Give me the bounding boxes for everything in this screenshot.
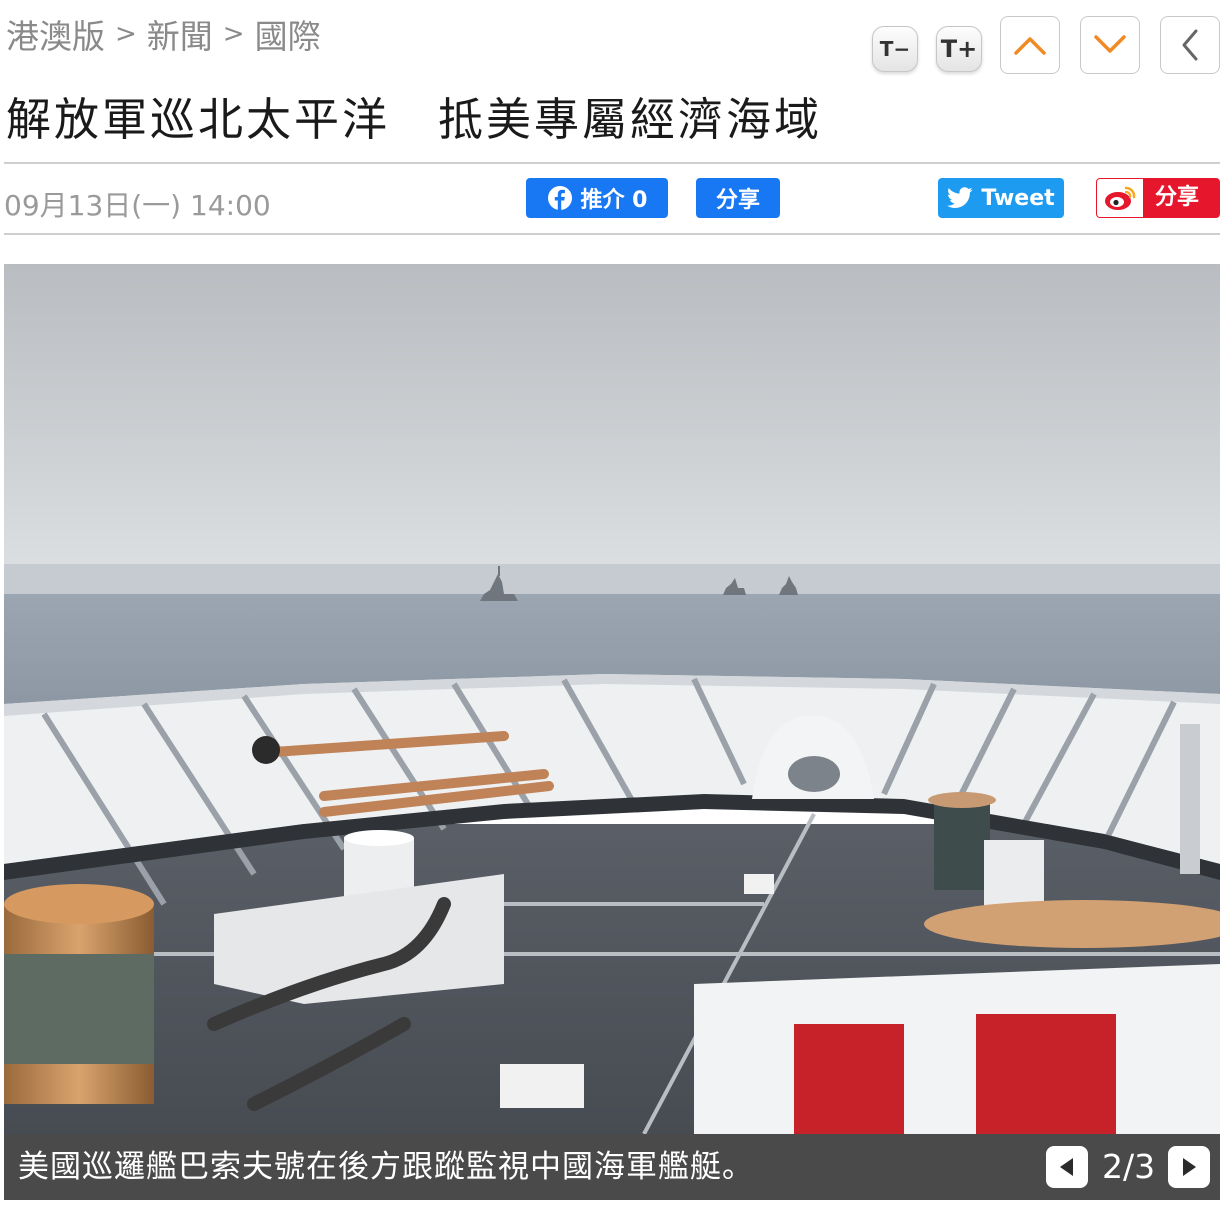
chevron-down-icon bbox=[1094, 35, 1126, 53]
weibo-icon bbox=[1105, 186, 1136, 210]
article-title: 解放軍巡北太平洋 抵美專屬經濟海域 bbox=[6, 93, 823, 146]
gallery-photo[interactable] bbox=[4, 264, 1220, 1134]
facebook-icon bbox=[547, 186, 572, 210]
gallery-next-button[interactable] bbox=[1168, 1146, 1210, 1188]
font-increase-label: T+ bbox=[940, 35, 978, 63]
ship-bow-photo bbox=[4, 264, 1220, 1134]
weibo-share-button[interactable]: 分享 bbox=[1096, 178, 1220, 218]
facebook-share-label: 分享 bbox=[715, 188, 760, 213]
title-divider bbox=[4, 162, 1220, 164]
triangle-left-icon bbox=[1060, 1158, 1073, 1176]
publish-date: 09月13日(一) 14:00 bbox=[4, 189, 271, 222]
facebook-like-button[interactable]: 推介 0 bbox=[526, 178, 668, 218]
photo-caption: 美國巡邏艦巴索夫號在後方跟蹤監視中國海軍艦艇。 bbox=[18, 1149, 754, 1185]
twitter-bird-icon bbox=[947, 187, 973, 208]
font-decrease-button[interactable]: T− bbox=[872, 26, 918, 72]
facebook-like-label: 推介 0 bbox=[580, 188, 648, 213]
article-toolbar: T− T+ bbox=[0, 16, 1232, 76]
font-increase-button[interactable]: T+ bbox=[936, 26, 982, 72]
back-button[interactable] bbox=[1160, 16, 1220, 74]
next-article-button[interactable] bbox=[1080, 16, 1140, 74]
weibo-share-label: 分享 bbox=[1155, 185, 1200, 210]
chevron-up-icon bbox=[1014, 37, 1046, 55]
gallery-counter: 2/3 bbox=[1102, 1147, 1156, 1186]
triangle-right-icon bbox=[1183, 1158, 1196, 1176]
meta-divider bbox=[4, 233, 1220, 235]
font-decrease-label: T− bbox=[879, 37, 911, 61]
facebook-share-button[interactable]: 分享 bbox=[696, 178, 780, 218]
tweet-button[interactable]: Tweet bbox=[938, 178, 1064, 218]
gallery-prev-button[interactable] bbox=[1046, 1146, 1088, 1188]
previous-article-button[interactable] bbox=[1000, 16, 1060, 74]
photo-caption-bar: 美國巡邏艦巴索夫號在後方跟蹤監視中國海軍艦艇。 2/3 bbox=[4, 1134, 1220, 1200]
tweet-label: Tweet bbox=[981, 185, 1055, 211]
weibo-icon-box bbox=[1097, 179, 1143, 217]
chevron-left-icon bbox=[1182, 29, 1198, 61]
